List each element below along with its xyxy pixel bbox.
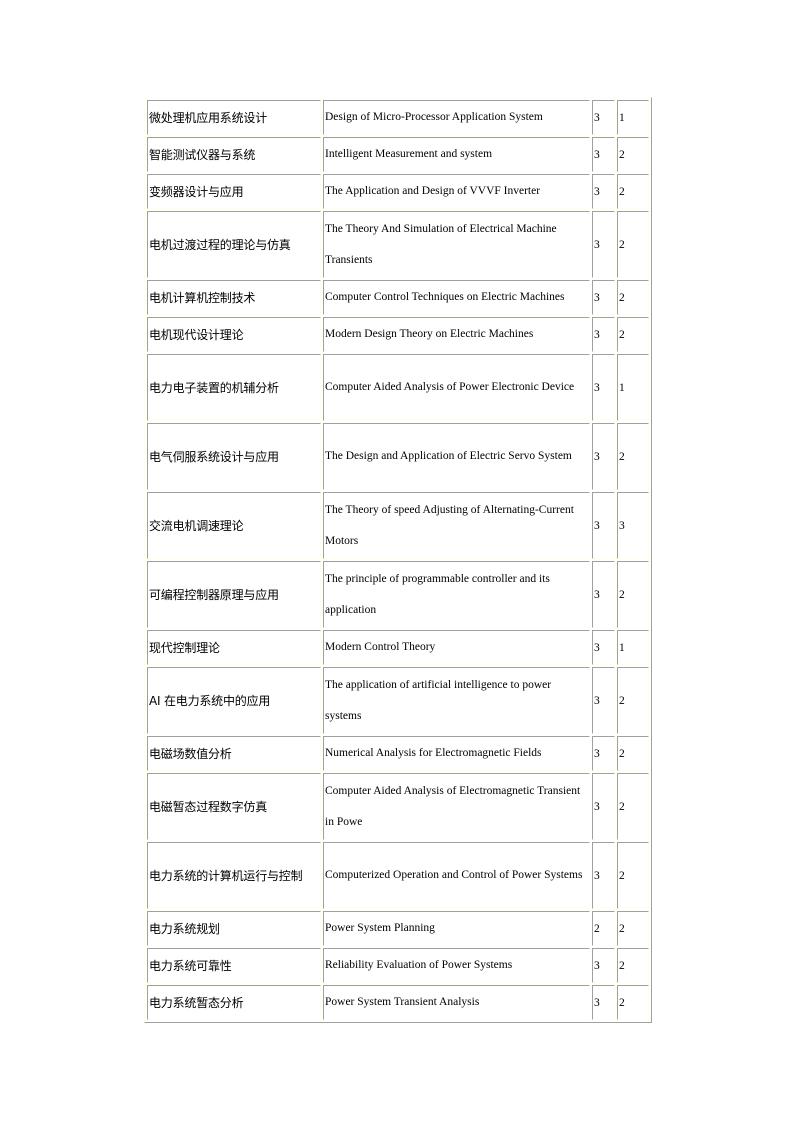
course-semester: 2 (617, 911, 649, 946)
course-semester: 3 (617, 492, 649, 559)
course-name-cn: 电气伺服系统设计与应用 (147, 423, 321, 490)
table-row: 电机过渡过程的理论与仿真 The Theory And Simulation of… (147, 211, 649, 278)
table-row: 电力系统规划 Power System Planning 2 2 (147, 911, 649, 946)
course-credits: 3 (592, 842, 615, 909)
course-credits: 3 (592, 174, 615, 209)
course-credits: 3 (592, 354, 615, 421)
course-credits: 3 (592, 561, 615, 628)
course-semester: 1 (617, 100, 649, 135)
course-semester: 1 (617, 354, 649, 421)
course-semester: 2 (617, 773, 649, 840)
course-name-en: The Theory And Simulation of Electrical … (323, 211, 590, 278)
table-row: 电气伺服系统设计与应用 The Design and Application of… (147, 423, 649, 490)
course-name-cn: 电力系统规划 (147, 911, 321, 946)
course-name-cn: AI 在电力系统中的应用 (147, 667, 321, 734)
table-row: AI 在电力系统中的应用 The application of artificia… (147, 667, 649, 734)
course-semester: 2 (617, 211, 649, 278)
course-semester: 1 (617, 630, 649, 665)
course-credits: 3 (592, 317, 615, 352)
course-table: 微处理机应用系统设计 Design of Micro-Processor Appl… (144, 97, 652, 1023)
course-name-cn: 电机计算机控制技术 (147, 280, 321, 315)
course-semester: 2 (617, 317, 649, 352)
course-name-en: The Theory of speed Adjusting of Alterna… (323, 492, 590, 559)
course-semester: 2 (617, 948, 649, 983)
table-row: 交流电机调速理论 The Theory of speed Adjusting of… (147, 492, 649, 559)
table-row: 电机现代设计理论 Modern Design Theory on Electric… (147, 317, 649, 352)
course-name-cn: 交流电机调速理论 (147, 492, 321, 559)
course-semester: 2 (617, 667, 649, 734)
course-name-cn: 电机过渡过程的理论与仿真 (147, 211, 321, 278)
course-name-en: Design of Micro-Processor Application Sy… (323, 100, 590, 135)
course-semester: 2 (617, 985, 649, 1020)
course-name-cn: 电力系统的计算机运行与控制 (147, 842, 321, 909)
course-name-cn: 电力系统可靠性 (147, 948, 321, 983)
table-row: 电磁暂态过程数字仿真 Computer Aided Analysis of Ele… (147, 773, 649, 840)
course-credits: 3 (592, 667, 615, 734)
course-name-en: Modern Control Theory (323, 630, 590, 665)
course-name-en: The principle of programmable controller… (323, 561, 590, 628)
course-name-cn: 可编程控制器原理与应用 (147, 561, 321, 628)
course-credits: 3 (592, 773, 615, 840)
course-name-en: Computer Control Techniques on Electric … (323, 280, 590, 315)
course-semester: 2 (617, 280, 649, 315)
course-credits: 3 (592, 736, 615, 771)
table-row: 电力系统暂态分析 Power System Transient Analysis 3… (147, 985, 649, 1020)
table-row: 微处理机应用系统设计 Design of Micro-Processor Appl… (147, 100, 649, 135)
course-name-en: Computer Aided Analysis of Electromagnet… (323, 773, 590, 840)
course-credits: 3 (592, 423, 615, 490)
course-name-en: Intelligent Measurement and system (323, 137, 590, 172)
course-semester: 2 (617, 561, 649, 628)
table-row: 电力系统的计算机运行与控制 Computerized Operation and … (147, 842, 649, 909)
course-semester: 2 (617, 423, 649, 490)
course-name-en: Computer Aided Analysis of Power Electro… (323, 354, 590, 421)
table-row: 变频器设计与应用 The Application and Design of VV… (147, 174, 649, 209)
course-credits: 3 (592, 948, 615, 983)
course-credits: 3 (592, 985, 615, 1020)
course-name-en: Numerical Analysis for Electromagnetic F… (323, 736, 590, 771)
course-credits: 2 (592, 911, 615, 946)
table-row: 电力电子装置的机辅分析 Computer Aided Analysis of Po… (147, 354, 649, 421)
course-name-cn: 智能测试仪器与系统 (147, 137, 321, 172)
course-semester: 2 (617, 174, 649, 209)
table-row: 智能测试仪器与系统 Intelligent Measurement and sys… (147, 137, 649, 172)
course-semester: 2 (617, 842, 649, 909)
course-name-en: The application of artificial intelligen… (323, 667, 590, 734)
course-name-en: Power System Transient Analysis (323, 985, 590, 1020)
course-name-en: Computerized Operation and Control of Po… (323, 842, 590, 909)
table-row: 现代控制理论 Modern Control Theory 3 1 (147, 630, 649, 665)
table-row: 电机计算机控制技术 Computer Control Techniques on … (147, 280, 649, 315)
course-name-en: The Application and Design of VVVF Inver… (323, 174, 590, 209)
course-name-cn: 电力系统暂态分析 (147, 985, 321, 1020)
course-name-cn: 微处理机应用系统设计 (147, 100, 321, 135)
course-credits: 3 (592, 492, 615, 559)
course-credits: 3 (592, 280, 615, 315)
course-table-body: 微处理机应用系统设计 Design of Micro-Processor Appl… (147, 100, 649, 1020)
course-name-cn: 电磁暂态过程数字仿真 (147, 773, 321, 840)
course-credits: 3 (592, 211, 615, 278)
course-name-cn: 变频器设计与应用 (147, 174, 321, 209)
course-name-en: Modern Design Theory on Electric Machine… (323, 317, 590, 352)
course-name-en: Reliability Evaluation of Power Systems (323, 948, 590, 983)
course-name-cn: 电力电子装置的机辅分析 (147, 354, 321, 421)
course-credits: 3 (592, 137, 615, 172)
course-name-en: The Design and Application of Electric S… (323, 423, 590, 490)
table-row: 可编程控制器原理与应用 The principle of programmable… (147, 561, 649, 628)
table-row: 电磁场数值分析 Numerical Analysis for Electromag… (147, 736, 649, 771)
course-name-cn: 电机现代设计理论 (147, 317, 321, 352)
course-name-en: Power System Planning (323, 911, 590, 946)
course-name-cn: 电磁场数值分析 (147, 736, 321, 771)
table-row: 电力系统可靠性 Reliability Evaluation of Power S… (147, 948, 649, 983)
course-name-cn: 现代控制理论 (147, 630, 321, 665)
course-credits: 3 (592, 100, 615, 135)
course-semester: 2 (617, 137, 649, 172)
course-semester: 2 (617, 736, 649, 771)
course-credits: 3 (592, 630, 615, 665)
